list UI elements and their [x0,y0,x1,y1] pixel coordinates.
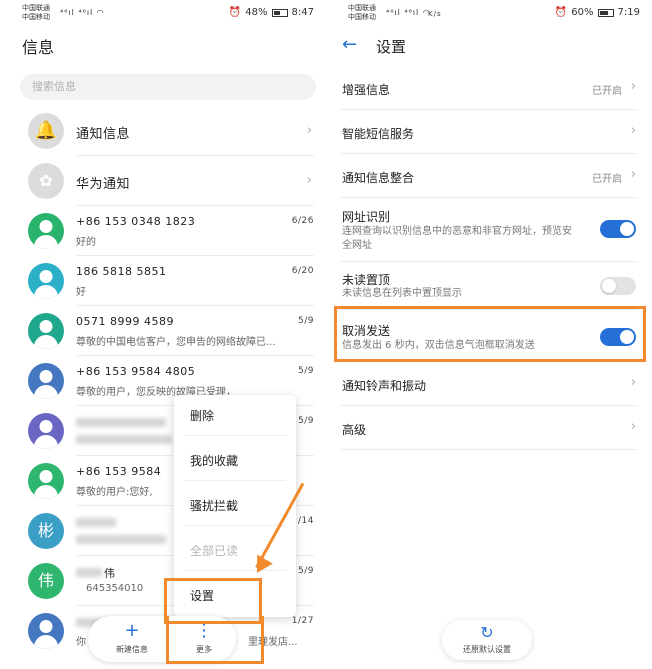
chevron-right-icon: › [630,79,636,94]
contact-avatar-icon [28,413,64,449]
network-speed: K/s [428,10,442,18]
signal-icon: ⁴⁶ıl ⁴⁶ıl ◠ [60,8,105,17]
chevron-right-icon: › [306,173,312,188]
chevron-right-icon: › [306,123,312,138]
status-bar: 中国联通 中国移动 ⁴⁶ıl ⁴⁶ıl ◠ K/s ⏰ 60% 7:19 [326,0,652,26]
contact-avatar-icon [28,263,64,299]
chevron-right-icon: › [630,419,636,434]
list-item[interactable]: 186 5818 5851 好 6/20 [0,256,326,306]
contact-avatar-icon [28,363,64,399]
avatar: 彬 [28,513,64,549]
blurred-name [76,518,116,527]
menu-item-mark-all-read[interactable]: 全部已读 [190,542,238,559]
contact-avatar-icon [28,213,64,249]
chevron-right-icon: › [630,123,636,138]
highlight-cancel-send [334,306,646,362]
messages-screen: 中国联通 中国移动 ⁴⁶ıl ⁴⁶ıl ◠ ⏰ 48% 8:47 信息 搜索信息… [0,0,326,669]
battery-icon [271,8,288,17]
highlight-more-button [166,616,264,664]
menu-item-block[interactable]: 骚扰拦截 [190,497,238,514]
chevron-right-icon: › [630,375,636,390]
signal-icon: ⁴⁶ıl ⁴⁶ıl ◠ [386,8,431,17]
contact-avatar-icon [28,313,64,349]
setting-notification-merge[interactable]: 通知信息整合 已开启 › [340,154,638,198]
contact-avatar-icon [28,613,64,649]
back-arrow-icon[interactable]: ← [342,34,357,55]
plus-icon: + [124,620,140,641]
refresh-icon: ↻ [480,623,494,642]
contact-avatar-icon [28,463,64,499]
menu-item-favorites[interactable]: 我的收藏 [190,452,238,469]
new-message-button[interactable]: + 新建信息 [102,620,162,655]
menu-item-delete[interactable]: 删除 [190,407,214,424]
status-bar: 中国联通 中国移动 ⁴⁶ıl ⁴⁶ıl ◠ ⏰ 48% 8:47 [0,0,326,26]
blurred-name [76,568,102,577]
restore-defaults-button[interactable]: ↻ 还原默认设置 [442,620,532,660]
huawei-logo-icon: ✿ [28,163,64,199]
battery-icon [597,8,614,17]
carrier-labels: 中国联通 中国移动 [348,4,376,21]
blurred-snippet [76,535,166,544]
list-item[interactable]: +86 153 0348 1823 好的 6/26 [0,206,326,256]
battery-percent: 60% [571,7,594,18]
unread-pin-toggle[interactable] [600,277,636,295]
settings-screen: 中国联通 中国移动 ⁴⁶ıl ⁴⁶ıl ◠ K/s ⏰ 60% 7:19 ← 设… [326,0,652,669]
settings-list: 增强信息 已开启 › 智能短信服务 › 通知信息整合 已开启 › 网址识别 连网… [326,66,652,450]
setting-enhanced-messages[interactable]: 增强信息 已开启 › [340,66,638,110]
setting-unread-pin: 未读置顶 未读信息在列表中置顶显示 [340,262,638,310]
setting-smart-sms[interactable]: 智能短信服务 › [340,110,638,154]
clock: 7:19 [617,7,640,18]
setting-ringtone-vibration[interactable]: 通知铃声和振动 › [340,362,638,406]
search-input[interactable]: 搜索信息 [20,74,316,100]
list-item[interactable]: ✿ 华为通知 › [0,156,326,206]
alarm-icon: ⏰ [228,7,242,18]
page-title: 设置 [376,38,407,56]
carrier-labels: 中国联通 中国移动 [22,4,50,21]
alarm-icon: ⏰ [554,7,568,18]
chevron-right-icon: › [630,167,636,182]
setting-advanced[interactable]: 高级 › [340,406,638,450]
settings-header: ← 设置 [326,26,652,66]
setting-url-recognition: 网址识别 连网查询以识别信息中的恶意和非官方网址，预览安全网址 [340,198,638,262]
blurred-snippet [76,435,172,444]
blurred-name [76,418,166,427]
avatar: 伟 [28,563,64,599]
bell-icon: 🔔 [28,113,64,149]
url-recognition-toggle[interactable] [600,220,636,238]
clock: 8:47 [291,7,314,18]
list-item[interactable]: 🔔 通知信息 › [0,106,326,156]
battery-percent: 48% [245,7,268,18]
list-item[interactable]: 0571 8999 4589 尊敬的中国电信客户，您申告的网络故障已... 5/… [0,306,326,356]
page-title: 信息 [22,38,55,57]
